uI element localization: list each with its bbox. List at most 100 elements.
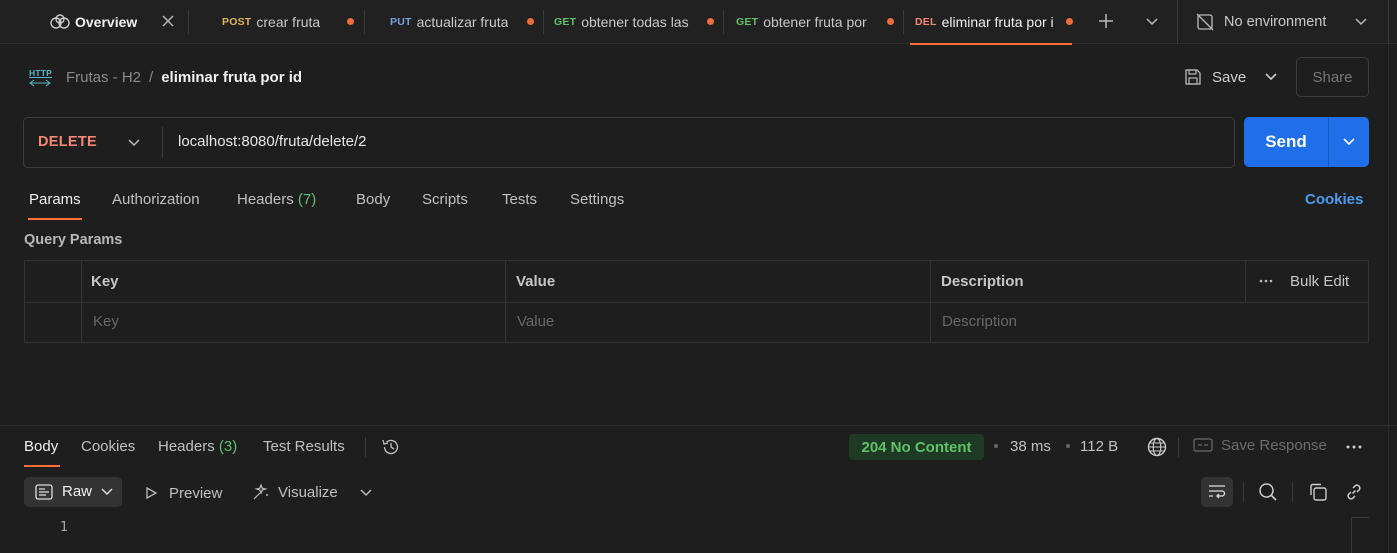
wrap-lines-icon <box>1209 485 1226 499</box>
breadcrumb-collection[interactable]: Frutas - H2 <box>66 69 141 86</box>
overview-icon <box>50 14 70 29</box>
headers-count: (3) <box>218 438 238 455</box>
query-params-title: Query Params <box>24 232 123 248</box>
environment-selector[interactable]: No environment <box>1196 0 1371 44</box>
key-input[interactable]: Key <box>93 313 119 330</box>
share-button[interactable]: Share <box>1296 57 1369 97</box>
unsaved-dot <box>347 18 354 25</box>
preview-button[interactable]: Preview <box>144 483 222 503</box>
breadcrumb-separator: / <box>149 68 154 86</box>
window-edge <box>1388 44 1389 553</box>
environment-label: No environment <box>1224 14 1327 30</box>
request-tab-bar: Overview POST crear fruta PUT actualizar… <box>0 0 1397 45</box>
tab-label: eliminar fruta por i <box>941 14 1054 30</box>
save-button[interactable]: Save <box>1184 64 1248 90</box>
tab-divider <box>365 437 366 457</box>
response-tab-body[interactable]: Body <box>24 438 58 455</box>
column-header-description: Description <box>941 273 1024 290</box>
method-selector[interactable]: DELETE <box>24 118 162 167</box>
scrollbar[interactable] <box>1351 517 1369 553</box>
url-input[interactable]: localhost:8080/fruta/delete/2 <box>178 133 366 150</box>
tab-divider <box>364 10 365 34</box>
tab-authorization[interactable]: Authorization <box>112 191 200 208</box>
plus-icon[interactable] <box>1098 13 1114 29</box>
active-tab-indicator <box>24 465 60 467</box>
visualize-button[interactable]: Visualize <box>251 481 338 503</box>
tab-actualizar-fruta[interactable]: PUT actualizar fruta <box>390 0 534 44</box>
response-size[interactable]: 112 B <box>1080 438 1118 455</box>
search-icon[interactable] <box>1258 482 1278 502</box>
page-title[interactable]: eliminar fruta por id <box>161 69 302 86</box>
description-input[interactable]: Description <box>942 313 1017 330</box>
history-icon[interactable] <box>381 437 401 457</box>
method-label: PUT <box>390 16 412 28</box>
send-divider <box>1328 117 1329 167</box>
separator-dot <box>1066 444 1070 448</box>
column-header-value: Value <box>516 273 556 290</box>
http-icon: HTTP <box>28 68 52 87</box>
tab-settings[interactable]: Settings <box>570 191 624 208</box>
chevron-down-icon[interactable] <box>360 489 372 497</box>
visualize-label: Visualize <box>278 483 338 501</box>
save-response-button[interactable]: Save Response <box>1221 437 1327 454</box>
breadcrumb: Frutas - H2 / eliminar fruta por id <box>66 66 302 88</box>
wrap-lines-button[interactable] <box>1201 477 1233 507</box>
link-icon[interactable] <box>1344 482 1364 502</box>
table-divider <box>25 302 1368 303</box>
save-label: Save <box>1212 68 1247 86</box>
tab-headers[interactable]: Headers (7) <box>237 191 316 208</box>
column-divider <box>1245 261 1246 302</box>
example-icon <box>1193 438 1213 452</box>
tab-overview[interactable]: Overview <box>50 0 155 44</box>
column-divider <box>505 261 506 342</box>
method-label: DELETE <box>38 134 97 150</box>
tab-divider <box>723 10 724 34</box>
tab-label: Headers <box>158 438 215 455</box>
url-divider <box>162 127 163 158</box>
tab-label: obtener todas las <box>581 14 689 30</box>
save-icon <box>1185 69 1201 85</box>
tab-body[interactable]: Body <box>356 191 390 208</box>
globe-icon[interactable] <box>1147 437 1167 457</box>
column-divider <box>930 261 931 342</box>
tool-divider <box>1243 482 1244 502</box>
chevron-down-icon[interactable] <box>1265 73 1277 81</box>
method-label: GET <box>736 16 759 28</box>
send-button-group: Send <box>1244 117 1369 167</box>
tab-eliminar-fruta[interactable]: DEL eliminar fruta por i <box>915 0 1073 44</box>
separator-dot <box>994 444 998 448</box>
chevron-down-icon[interactable] <box>1343 138 1355 146</box>
more-options-icon[interactable] <box>1346 445 1362 449</box>
response-time[interactable]: 38 ms <box>1010 438 1051 455</box>
response-tab-test-results[interactable]: Test Results <box>263 438 345 455</box>
response-tab-cookies[interactable]: Cookies <box>81 438 135 455</box>
tab-tests[interactable]: Tests <box>502 191 537 208</box>
more-options-icon[interactable] <box>1259 279 1273 283</box>
status-badge[interactable]: 204 No Content <box>849 434 984 460</box>
no-environment-icon <box>1196 13 1214 31</box>
response-tab-headers[interactable]: Headers (3) <box>158 438 237 455</box>
headers-count: (7) <box>297 191 317 208</box>
tab-crear-fruta[interactable]: POST crear fruta <box>222 0 354 44</box>
tab-obtener-fruta[interactable]: GET obtener fruta por <box>736 0 894 44</box>
format-selector[interactable]: Raw <box>24 477 122 507</box>
status-text: 204 No Content <box>861 438 972 456</box>
copy-icon[interactable] <box>1308 482 1328 502</box>
tab-label: crear fruta <box>256 14 321 30</box>
play-icon <box>146 486 158 500</box>
tab-obtener-todas[interactable]: GET obtener todas las <box>554 0 714 44</box>
tool-divider <box>1292 482 1293 502</box>
tab-scripts[interactable]: Scripts <box>422 191 468 208</box>
tab-params[interactable]: Params <box>29 191 81 208</box>
cookies-link[interactable]: Cookies <box>1305 191 1363 208</box>
column-divider <box>81 261 82 342</box>
bulk-edit-button[interactable]: Bulk Edit <box>1290 273 1349 290</box>
chevron-down-icon[interactable] <box>1146 18 1158 26</box>
value-input[interactable]: Value <box>517 313 554 330</box>
close-icon[interactable] <box>162 15 174 27</box>
text-format-icon <box>35 484 53 500</box>
send-button[interactable]: Send <box>1244 117 1328 167</box>
format-label: Raw <box>62 483 93 500</box>
tab-divider <box>188 10 189 34</box>
unsaved-dot <box>887 18 894 25</box>
